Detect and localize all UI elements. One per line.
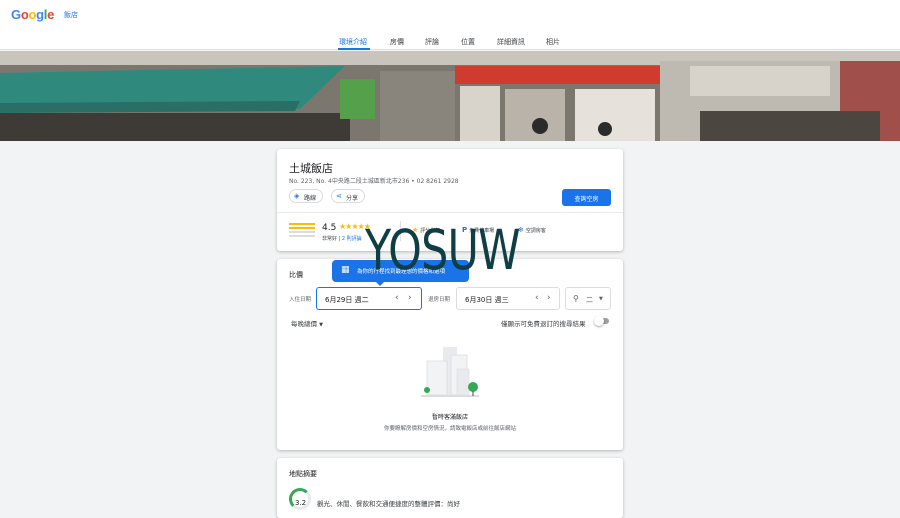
- check-availability-button[interactable]: 查詢空房: [562, 189, 611, 206]
- hotel-photo[interactable]: [0, 51, 900, 141]
- google-logo[interactable]: Google: [11, 7, 54, 22]
- section-title-prices: 比價: [289, 271, 303, 279]
- tab-photos[interactable]: 相片: [546, 37, 560, 47]
- empty-state-illustration: [421, 345, 479, 405]
- directions-button[interactable]: ◈ 路線: [289, 189, 324, 203]
- section-title-location: 地點摘要: [289, 470, 317, 478]
- checkin-label: 入住日期: [289, 297, 312, 303]
- breadcrumb-hotels[interactable]: 飯店: [64, 10, 78, 20]
- checkout-label: 退房日期: [428, 297, 451, 303]
- tab-overview[interactable]: 環境介紹: [339, 37, 367, 47]
- amenity-item: ❄ 空調房客: [518, 226, 546, 234]
- reviews-link[interactable]: 2 則評論: [342, 236, 362, 242]
- top-bar: Google 飯店: [0, 0, 900, 30]
- section-tabs: 環境介紹 房價 評論 位置 詳細資訊 相片: [0, 30, 900, 50]
- rating-bars: [289, 223, 315, 239]
- free-cancel-label: 僅顯示可免費退訂的搜尋結果: [501, 320, 586, 328]
- active-tab-indicator: [338, 48, 370, 50]
- chevron-down-icon: ▼: [319, 322, 323, 328]
- tab-details[interactable]: 詳細資訊: [497, 37, 525, 47]
- price-comparison-card: 比價 ▦ 為你的行程找到最理想的價格和選項 入住日期 6月29日 週二 ‹ › …: [277, 259, 623, 450]
- tab-location[interactable]: 位置: [461, 37, 475, 47]
- checkin-date-field[interactable]: 6月29日 週二 ‹ ›: [316, 287, 422, 310]
- tab-prices[interactable]: 房價: [390, 37, 404, 47]
- location-summary-text: 觀光、休閒、餐飲和交通便捷度的整體評價：尚好: [317, 500, 460, 508]
- next-date-icon[interactable]: ›: [547, 293, 551, 303]
- person-icon: ⚲: [573, 294, 579, 303]
- card-divider: [277, 212, 623, 213]
- share-button[interactable]: ⋖ 分享: [331, 189, 366, 203]
- sort-dropdown[interactable]: 每晚總價 ▼: [291, 318, 323, 328]
- hotel-name: 土城飯店: [289, 162, 333, 175]
- watermark-overlay: YOSUW: [365, 218, 521, 282]
- next-date-icon[interactable]: ›: [408, 293, 412, 303]
- chevron-down-icon: ▼: [599, 296, 603, 302]
- hotel-address: No. 223, No. 4中央路二段土城區新北市236 • 02 8261 2…: [289, 178, 459, 185]
- empty-state-subtitle: 你要瞭解房價和空房情況，請致電飯店或前往飯店網站: [383, 426, 516, 432]
- location-summary-card: 地點摘要 3.2 觀光、休閒、餐飲和交通便捷度的整體評價：尚好: [277, 458, 623, 518]
- directions-icon: ◈: [294, 192, 300, 200]
- empty-state-title: 暫時客滿飯店: [431, 414, 468, 421]
- free-cancel-toggle[interactable]: [594, 316, 609, 326]
- prev-date-icon[interactable]: ‹: [395, 293, 399, 303]
- rating-summary: 非常好 | 2 則評論: [322, 236, 362, 242]
- tooltip-pointer: [376, 282, 384, 286]
- checkout-date-field[interactable]: 6月30日 週三 ‹ ›: [456, 287, 560, 310]
- prev-date-icon[interactable]: ‹: [535, 293, 539, 303]
- tab-reviews[interactable]: 評論: [425, 37, 439, 47]
- guests-selector[interactable]: ⚲ 二 ▼: [565, 287, 611, 310]
- share-icon: ⋖: [336, 192, 342, 200]
- calendar-icon: ▦: [341, 265, 350, 275]
- rating-value: 4.5: [322, 223, 337, 233]
